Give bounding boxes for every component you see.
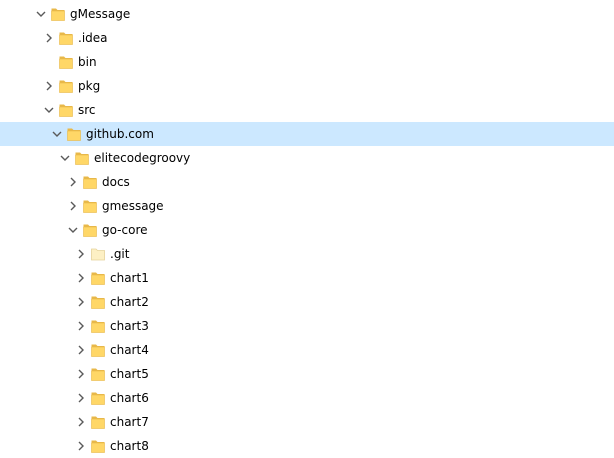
folder-icon	[66, 126, 82, 142]
folder-icon	[58, 54, 74, 70]
tree-item-bin[interactable]: bin	[0, 50, 614, 74]
chevron-right-icon[interactable]	[74, 367, 88, 381]
chevron-right-icon[interactable]	[74, 271, 88, 285]
chevron-right-icon[interactable]	[42, 31, 56, 45]
chevron-down-icon[interactable]	[42, 103, 56, 117]
tree-item-chart5[interactable]: chart5	[0, 362, 614, 386]
folder-icon	[58, 78, 74, 94]
tree-item-docs[interactable]: docs	[0, 170, 614, 194]
folder-icon	[58, 30, 74, 46]
tree-item-pkg[interactable]: pkg	[0, 74, 614, 98]
folder-icon	[58, 102, 74, 118]
folder-tree: gMessage .idea bin pkg src github.com elitecod…	[0, 2, 614, 458]
chevron-right-icon[interactable]	[74, 415, 88, 429]
tree-item-label: src	[78, 103, 96, 117]
tree-item-label: chart5	[110, 367, 149, 381]
tree-item-label: go-core	[102, 223, 148, 237]
tree-item-label: gMessage	[70, 7, 131, 21]
chevron-down-icon[interactable]	[66, 223, 80, 237]
tree-item-chart3[interactable]: chart3	[0, 314, 614, 338]
tree-item-idea[interactable]: .idea	[0, 26, 614, 50]
tree-item-label: .git	[110, 247, 130, 261]
folder-icon	[90, 270, 106, 286]
tree-item-chart6[interactable]: chart6	[0, 386, 614, 410]
tree-item-chart7[interactable]: chart7	[0, 410, 614, 434]
chevron-right-icon[interactable]	[66, 199, 80, 213]
chevron-right-icon[interactable]	[42, 79, 56, 93]
tree-item-label: pkg	[78, 79, 101, 93]
tree-item-label: chart1	[110, 271, 149, 285]
folder-icon	[90, 342, 106, 358]
tree-item-chart2[interactable]: chart2	[0, 290, 614, 314]
tree-item-elitecodegroovy[interactable]: elitecodegroovy	[0, 146, 614, 170]
chevron-down-icon[interactable]	[50, 127, 64, 141]
chevron-right-icon[interactable]	[74, 439, 88, 453]
tree-item-src[interactable]: src	[0, 98, 614, 122]
chevron-right-icon[interactable]	[74, 319, 88, 333]
chevron-down-icon[interactable]	[34, 7, 48, 21]
tree-item-label: bin	[78, 55, 97, 69]
folder-icon	[82, 222, 98, 238]
folder-icon	[82, 198, 98, 214]
chevron-right-icon[interactable]	[74, 343, 88, 357]
tree-item-label: gmessage	[102, 199, 164, 213]
tree-item-label: .idea	[78, 31, 108, 45]
tree-item-github-com[interactable]: github.com	[0, 122, 614, 146]
tree-item-git[interactable]: .git	[0, 242, 614, 266]
folder-icon	[90, 318, 106, 334]
tree-item-label: chart6	[110, 391, 149, 405]
tree-item-chart8[interactable]: chart8	[0, 434, 614, 458]
chevron-right-icon[interactable]	[74, 295, 88, 309]
folder-icon	[50, 6, 66, 22]
tree-item-label: github.com	[86, 127, 154, 141]
tree-item-gmessage[interactable]: gMessage	[0, 2, 614, 26]
tree-item-label: chart4	[110, 343, 149, 357]
tree-item-go-core[interactable]: go-core	[0, 218, 614, 242]
tree-item-chart4[interactable]: chart4	[0, 338, 614, 362]
folder-icon	[82, 174, 98, 190]
chevron-right-icon[interactable]	[74, 391, 88, 405]
chevron-down-icon[interactable]	[58, 151, 72, 165]
tree-item-label: elitecodegroovy	[94, 151, 191, 165]
folder-icon	[74, 150, 90, 166]
chevron-right-icon[interactable]	[66, 175, 80, 189]
tree-item-chart1[interactable]: chart1	[0, 266, 614, 290]
folder-icon	[90, 366, 106, 382]
chevron-right-icon[interactable]	[74, 247, 88, 261]
folder-icon	[90, 414, 106, 430]
tree-item-gmessage[interactable]: gmessage	[0, 194, 614, 218]
tree-item-label: chart3	[110, 319, 149, 333]
tree-item-label: chart2	[110, 295, 149, 309]
folder-icon	[90, 390, 106, 406]
folder-icon	[90, 294, 106, 310]
tree-item-label: docs	[102, 175, 130, 189]
tree-item-label: chart7	[110, 415, 149, 429]
hidden-folder-icon	[90, 246, 106, 262]
